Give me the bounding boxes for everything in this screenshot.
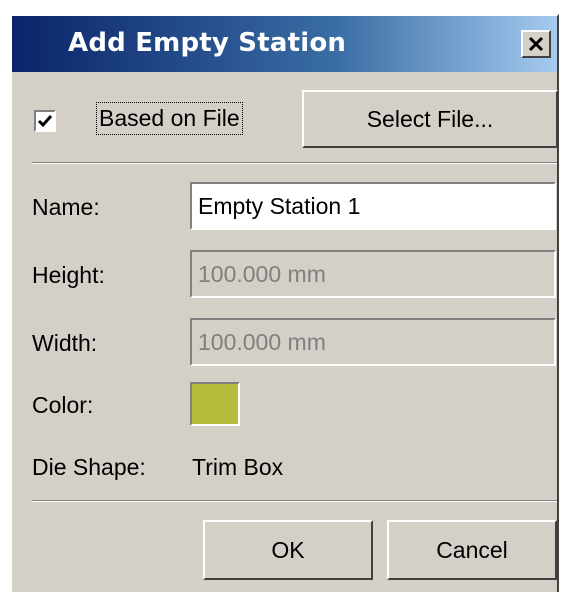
close-button[interactable] [521, 30, 551, 58]
width-label: Width: [32, 330, 98, 356]
die-shape-label: Die Shape: [32, 454, 146, 480]
add-empty-station-dialog: Add Empty Station Based on File Select F… [10, 14, 559, 592]
based-on-file-checkbox[interactable] [34, 110, 56, 132]
dialog-title: Add Empty Station [68, 28, 347, 58]
height-input [190, 250, 556, 298]
name-input[interactable] [190, 182, 556, 230]
width-input [190, 318, 556, 366]
name-label: Name: [32, 194, 100, 220]
ok-button[interactable]: OK [203, 520, 373, 580]
die-shape-value: Trim Box [192, 454, 284, 480]
height-label: Height: [32, 262, 105, 288]
title-bar[interactable]: Add Empty Station [12, 16, 557, 72]
based-on-file-label[interactable]: Based on File [96, 102, 243, 135]
color-label: Color: [32, 392, 94, 418]
close-icon [528, 36, 544, 52]
checkmark-icon [37, 115, 53, 128]
separator-bottom [32, 500, 557, 502]
color-swatch[interactable] [190, 382, 240, 426]
cancel-button[interactable]: Cancel [387, 520, 557, 580]
select-file-button[interactable]: Select File... [302, 90, 558, 148]
separator-top [32, 162, 557, 164]
